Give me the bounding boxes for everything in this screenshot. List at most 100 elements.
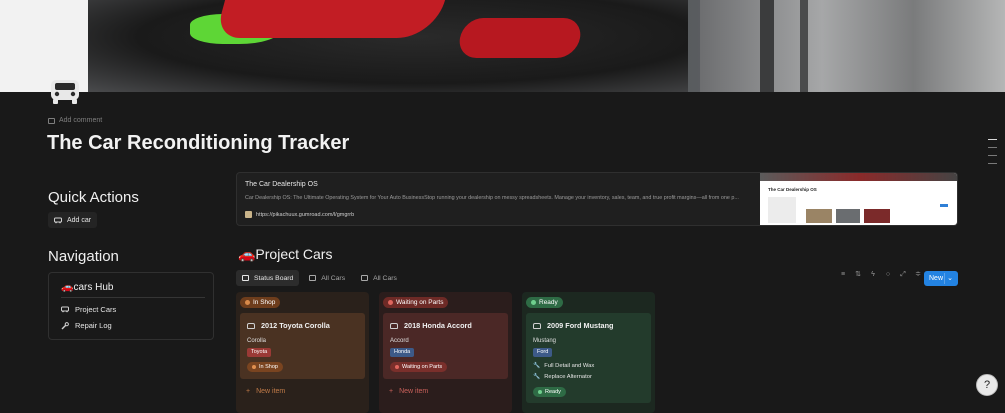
plus-icon: +: [389, 388, 394, 395]
chevron-down-icon[interactable]: ⌄: [947, 274, 953, 282]
board-column-waiting-on-parts: Waiting on Parts 2018 Honda Accord Accor…: [379, 292, 512, 413]
plus-icon: +: [246, 388, 251, 395]
bookmark-url: https://pikachuux.gumroad.com/l/gmgrrb: [256, 211, 355, 218]
quick-actions-heading: Quick Actions: [48, 189, 139, 206]
automation-icon[interactable]: ϟ: [870, 271, 876, 278]
make-tag: Toyota: [247, 348, 272, 357]
status-dot: [538, 390, 542, 394]
board-card[interactable]: 2012 Toyota Corolla Corolla Toyota In Sh…: [240, 313, 365, 379]
add-comment-label: Add comment: [59, 117, 103, 124]
make-tag: Ford: [533, 348, 553, 357]
new-item-button[interactable]: + New item: [389, 388, 428, 395]
navigation-heading: Navigation: [48, 248, 119, 265]
tab-label: All Cars: [373, 274, 397, 282]
status-badge: Ready: [533, 387, 566, 397]
status-badge: In Shop: [247, 362, 283, 372]
task-label: Replace Alternator: [544, 374, 592, 380]
card-model: Mustang: [533, 338, 557, 344]
tab-status-board[interactable]: Status Board: [236, 270, 300, 286]
new-button-label: New: [929, 275, 944, 282]
tab-all-cars-gallery[interactable]: All Cars: [355, 270, 403, 286]
navigation-box: 🚗cars Hub Project Cars Repair Log: [48, 272, 214, 340]
car-icon: [533, 322, 541, 329]
bookmark-thumbnail: The Car Dealership OS: [760, 173, 957, 225]
card-title: 2009 Ford Mustang: [533, 321, 614, 330]
thumbnail-title: The Car Dealership OS: [768, 187, 817, 192]
car-icon: [61, 306, 69, 313]
status-badge: Waiting on Parts: [390, 362, 448, 372]
task-label: Full Detail and Wax: [544, 363, 595, 369]
divider: [61, 297, 205, 298]
wrench-icon: 🔧: [533, 374, 541, 380]
new-button[interactable]: New ⌄: [924, 271, 958, 286]
nav-item-repair-log[interactable]: Repair Log: [61, 321, 112, 330]
task-item[interactable]: 🔧 Full Detail and Wax: [533, 363, 594, 369]
column-status-label: In Shop: [253, 299, 276, 306]
card-title-text: 2018 Honda Accord: [404, 321, 472, 330]
favicon-icon: [245, 211, 252, 218]
sort-icon[interactable]: ⇅: [855, 271, 861, 278]
bookmark-title: The Car Dealership OS: [245, 181, 318, 188]
board-column-in-shop: In Shop 2012 Toyota Corolla Corolla Toyo…: [236, 292, 369, 413]
bookmark-link[interactable]: https://pikachuux.gumroad.com/l/gmgrrb: [245, 211, 354, 218]
nav-item-project-cars[interactable]: Project Cars: [61, 305, 116, 314]
page-title: The Car Reconditioning Tracker: [47, 132, 350, 154]
bookmark-card[interactable]: The Car Dealership OS Car Dealership OS:…: [236, 172, 958, 226]
status-label: Ready: [545, 389, 561, 395]
table-icon: [309, 275, 317, 281]
wrench-icon: 🔧: [533, 363, 541, 369]
status-dot: [395, 365, 399, 369]
toc-line[interactable]: [988, 163, 997, 164]
task-item[interactable]: 🔧 Replace Alternator: [533, 374, 592, 380]
toc-line[interactable]: [988, 139, 997, 140]
column-status-label: Waiting on Parts: [396, 299, 444, 306]
database-title: 🚗Project Cars: [238, 246, 333, 262]
status-dot: [252, 365, 256, 369]
card-model: Accord: [390, 338, 409, 344]
wrench-icon: [61, 321, 69, 329]
nav-item-label: Project Cars: [75, 305, 117, 314]
tab-label: All Cars: [321, 274, 346, 282]
bookmark-description: Car Dealership OS: The Ultimate Operatin…: [245, 195, 739, 201]
card-title-text: 2009 Ford Mustang: [547, 321, 614, 330]
column-status-badge: Ready: [526, 297, 563, 308]
car-icon: [54, 217, 62, 223]
column-status-badge: Waiting on Parts: [383, 297, 449, 308]
settings-icon[interactable]: ≑: [915, 271, 921, 278]
view-tabs: Status Board All Cars All Cars: [236, 270, 403, 286]
column-status-badge: In Shop: [240, 297, 281, 308]
status-dot: [245, 300, 250, 305]
new-item-label: New item: [399, 388, 429, 395]
cars-hub-link[interactable]: 🚗cars Hub: [61, 282, 113, 293]
new-item-label: New item: [256, 388, 286, 395]
gallery-icon: [361, 275, 369, 281]
board-card[interactable]: 2009 Ford Mustang Mustang Ford 🔧 Full De…: [526, 313, 651, 403]
car-icon: [247, 322, 255, 329]
car-icon: [390, 322, 398, 329]
tab-label: Status Board: [254, 274, 294, 282]
card-model: Corolla: [247, 338, 267, 344]
toc-line[interactable]: [988, 155, 997, 156]
expand-icon[interactable]: ⤢: [900, 271, 906, 278]
database-toolbar: ≡ ⇅ ϟ ○ ⤢ ≑: [840, 271, 921, 278]
make-tag: Honda: [390, 348, 415, 357]
column-status-label: Ready: [539, 299, 558, 306]
car-icon[interactable]: [48, 76, 82, 106]
help-avatar-icon[interactable]: ?: [976, 374, 998, 396]
add-car-button[interactable]: Add car: [48, 212, 98, 228]
table-of-contents[interactable]: [988, 139, 997, 164]
board-card[interactable]: 2018 Honda Accord Accord Honda Waiting o…: [383, 313, 508, 379]
add-comment-button[interactable]: Add comment: [48, 117, 102, 124]
nav-item-label: Repair Log: [75, 321, 112, 330]
board-column-ready: Ready 2009 Ford Mustang Mustang Ford 🔧 F…: [522, 292, 655, 413]
tab-all-cars-table[interactable]: All Cars: [303, 270, 351, 286]
status-label: In Shop: [259, 364, 278, 370]
filter-icon[interactable]: ≡: [840, 271, 846, 278]
status-dot: [388, 300, 393, 305]
card-title: 2018 Honda Accord: [390, 321, 472, 330]
search-icon[interactable]: ○: [885, 271, 891, 278]
toc-line[interactable]: [988, 147, 997, 148]
card-title: 2012 Toyota Corolla: [247, 321, 330, 330]
new-item-button[interactable]: + New item: [246, 388, 285, 395]
status-dot: [531, 300, 536, 305]
